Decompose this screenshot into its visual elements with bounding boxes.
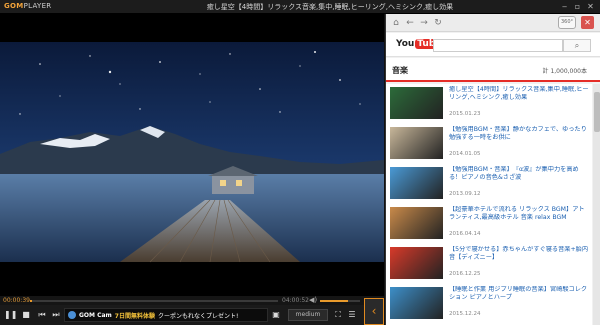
elapsed-time: 00:00:39: [3, 297, 30, 304]
video-date: 2016.12.25: [449, 271, 481, 277]
ad-accent: 7日間無料体験: [114, 312, 155, 320]
fullscreen-icon[interactable]: ⛶: [332, 309, 344, 321]
gomcam-icon: [68, 311, 76, 319]
list-item[interactable]: 癒し星空【4時間】リラックス音楽,集中,睡眠,ヒーリング,ヘミシンク,癒し効果 2…: [386, 84, 592, 124]
app-logo[interactable]: GOMPLAYER: [4, 2, 51, 10]
video-list: 癒し星空【4時間】リラックス音楽,集中,睡眠,ヒーリング,ヘミシンク,癒し効果 2…: [386, 84, 592, 325]
video-thumbnail[interactable]: [390, 127, 443, 159]
stop-icon[interactable]: ■: [20, 309, 32, 321]
window-title: 癒し星空【4時間】リラックス音楽,集中,睡眠,ヒーリング,ヘミシンク,癒し効果: [206, 3, 454, 11]
video-date: 2013.09.12: [449, 191, 481, 197]
youtube-logo-you: You: [396, 39, 415, 49]
list-item[interactable]: 【5分で寝かせる】赤ちゃんがすぐ寝る音楽+胎内音【ディズニー】 2016.12.2…: [386, 244, 592, 284]
video-thumbnail[interactable]: [390, 167, 443, 199]
back-icon[interactable]: ←: [404, 17, 416, 29]
video-title[interactable]: 【睡眠と作業 用ジブリ睡眠の音楽】宮崎駿コレクション ピアノとハープ: [449, 286, 589, 302]
list-item[interactable]: 【勉強用BGM・音楽】 『α波』が集中力を高める！ピアノの音色&さざ波 2013.…: [386, 164, 592, 204]
video-title[interactable]: 【勉強用BGM・音楽】静かなカフェで、ゆったり勉強する一時をお供に: [449, 126, 589, 142]
video-thumbnail[interactable]: [390, 247, 443, 279]
quality-selector[interactable]: medium: [288, 309, 328, 321]
side-panel: ⌂ ← → ↻ 360° ✕ You Tube ⌕ 音楽 計 1,000,000…: [385, 14, 600, 325]
video-thumbnail[interactable]: [390, 287, 443, 319]
video-date: 2014.01.05: [449, 151, 481, 157]
volume-icon[interactable]: ◀): [309, 296, 317, 304]
category-header: 音楽 計 1,000,000本: [386, 58, 600, 82]
video-date: 2015.01.23: [449, 111, 481, 117]
list-item[interactable]: 【超豪華ホテルで流れる リラックス BGM】アトランティス,最高級ホテル 音楽 …: [386, 204, 592, 244]
volume-fill: [320, 300, 348, 302]
video-title[interactable]: 【勉強用BGM・音楽】 『α波』が集中力を高める！ピアノの音色&さざ波: [449, 166, 589, 182]
category-count: 計 1,000,000本: [542, 68, 587, 75]
title-bar: GOMPLAYER 癒し星空【4時間】リラックス音楽,集中,睡眠,ヒーリング,ヘ…: [0, 0, 600, 14]
control-bar: ❚❚ ■ ⏮ ⏭ GOM Cam 7日間無料体験 クーポンもれなくプレゼント! …: [0, 305, 384, 325]
ad-banner[interactable]: GOM Cam 7日間無料体験 クーポンもれなくプレゼント!: [64, 308, 268, 322]
search-input[interactable]: [433, 39, 563, 52]
ad-tail: クーポンもれなくプレゼント!: [157, 312, 239, 320]
ad-brand: GOM Cam: [79, 311, 112, 319]
playlist-icon[interactable]: ☰: [346, 309, 358, 321]
logo-main: GOM: [4, 2, 24, 10]
minimize-icon[interactable]: ‒: [559, 1, 570, 12]
duration-time: 04:00:52: [282, 297, 309, 304]
seek-row: 00:00:39 04:00:52 ◀): [0, 296, 384, 305]
video-thumbnail[interactable]: [390, 207, 443, 239]
list-item[interactable]: 【勉強用BGM・音楽】静かなカフェで、ゆったり勉強する一時をお供に 2014.01…: [386, 124, 592, 164]
logo-sub: PLAYER: [23, 2, 52, 10]
list-item[interactable]: 【睡眠と作業 用ジブリ睡眠の音楽】宮崎駿コレクション ピアノとハープ 2015.1…: [386, 284, 592, 324]
video-title[interactable]: 癒し星空【4時間】リラックス音楽,集中,睡眠,ヒーリング,ヘミシンク,癒し効果: [449, 86, 589, 102]
badge-360[interactable]: 360°: [558, 16, 576, 29]
video-thumbnail[interactable]: [390, 87, 443, 119]
video-date: 2015.12.24: [449, 311, 481, 317]
youtube-bar: You Tube ⌕: [386, 33, 600, 57]
video-area[interactable]: [0, 14, 384, 296]
panel-toggle-icon[interactable]: ‹: [364, 298, 384, 325]
list-scrollbar[interactable]: [593, 84, 600, 325]
seek-fill: [30, 300, 32, 302]
panel-close-icon[interactable]: ✕: [581, 16, 594, 29]
video-title[interactable]: 【超豪華ホテルで流れる リラックス BGM】アトランティス,最高級ホテル 音楽 …: [449, 206, 589, 222]
video-date: 2016.04.14: [449, 231, 481, 237]
volume-slider[interactable]: [320, 300, 360, 302]
refresh-icon[interactable]: ↻: [432, 17, 444, 29]
scroll-thumb[interactable]: [594, 92, 600, 132]
video-frame: [0, 14, 384, 296]
next-icon[interactable]: ⏭: [50, 309, 62, 321]
category-title: 音楽: [392, 66, 408, 75]
forward-icon[interactable]: →: [418, 17, 430, 29]
browser-nav: ⌂ ← → ↻ 360° ✕: [386, 14, 600, 32]
prev-icon[interactable]: ⏮: [36, 309, 48, 321]
seek-bar[interactable]: [30, 300, 278, 302]
pause-icon[interactable]: ❚❚: [4, 309, 17, 321]
search-icon[interactable]: ⌕: [563, 39, 591, 52]
home-icon[interactable]: ⌂: [390, 17, 402, 29]
restore-icon[interactable]: ▫: [572, 1, 583, 12]
video-title[interactable]: 【5分で寝かせる】赤ちゃんがすぐ寝る音楽+胎内音【ディズニー】: [449, 246, 589, 262]
close-icon[interactable]: ✕: [585, 1, 596, 12]
capture-icon[interactable]: ▣: [270, 309, 282, 321]
